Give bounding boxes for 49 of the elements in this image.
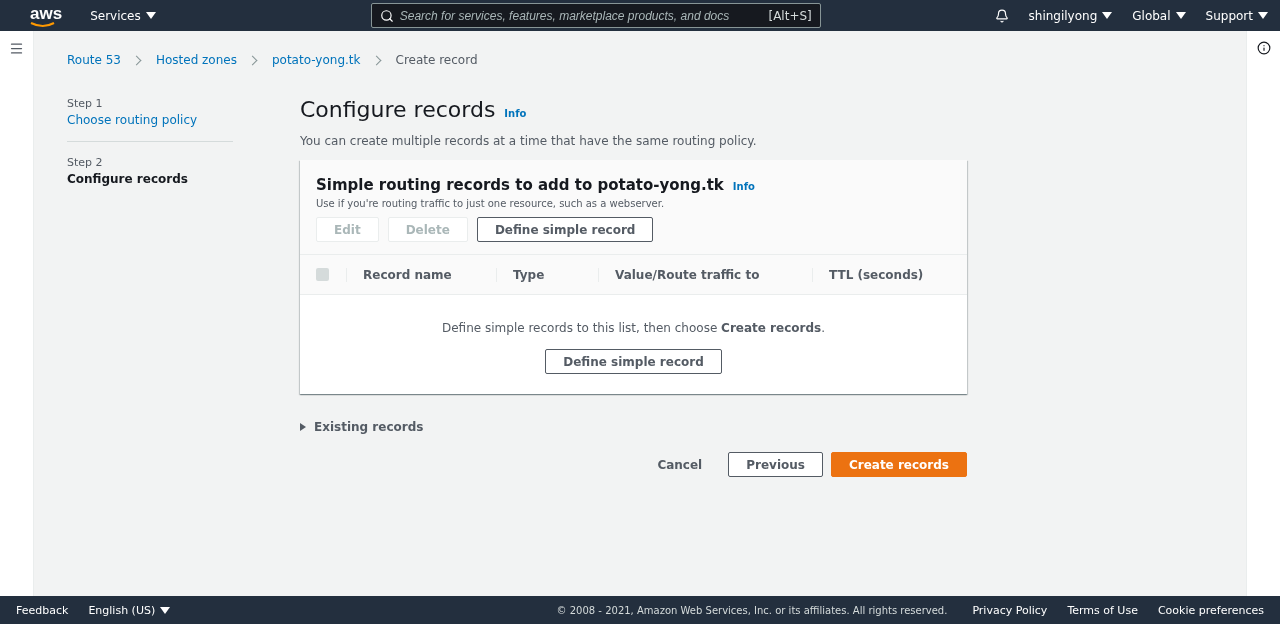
breadcrumb-link[interactable]: Route 53 bbox=[67, 53, 121, 67]
info-icon[interactable] bbox=[1256, 41, 1271, 55]
panel-description: Use if you're routing traffic to just one resource, such as a webserver. bbox=[316, 198, 666, 209]
search-field[interactable]: Search for services, features, marketplace products, and docs [Alt+S] bbox=[370, 3, 821, 28]
define-record-button[interactable]: Define simple record bbox=[545, 349, 722, 374]
feedback-link[interactable]: Feedback bbox=[16, 603, 69, 617]
support-menu[interactable]: Support bbox=[1205, 8, 1268, 23]
column-header: Record name bbox=[346, 267, 496, 282]
menu-icon[interactable] bbox=[9, 41, 24, 56]
step-number: Step 1 bbox=[67, 97, 104, 110]
empty-message: Define simple records to this list, then choose Create records. bbox=[442, 321, 825, 335]
step-number: Step 2 bbox=[67, 156, 104, 169]
breadcrumb-link[interactable]: Create record bbox=[395, 53, 478, 67]
search-icon bbox=[379, 8, 394, 23]
column-header: TTL (seconds) bbox=[812, 267, 967, 282]
breadcrumb-link[interactable]: potato-yong.tk bbox=[271, 53, 361, 67]
action-button[interactable]: Previous bbox=[728, 452, 823, 477]
caret-icon bbox=[145, 12, 156, 19]
aws-logo[interactable]: aws bbox=[30, 3, 63, 28]
breadcrumb-link[interactable]: Hosted zones bbox=[155, 53, 237, 67]
caret-icon bbox=[1258, 12, 1268, 19]
smile-icon bbox=[30, 21, 56, 28]
existing-records-toggle[interactable]: Existing records bbox=[300, 420, 424, 434]
region-menu[interactable]: Global bbox=[1132, 8, 1186, 23]
caret-icon bbox=[1175, 12, 1186, 19]
step-link[interactable]: Choose routing policy bbox=[67, 113, 233, 127]
info-link[interactable]: Info bbox=[504, 108, 527, 119]
caret-icon bbox=[1102, 12, 1113, 19]
footer-link[interactable]: Terms of Use bbox=[1067, 603, 1138, 617]
panel-button[interactable]: Define simple record bbox=[476, 217, 654, 242]
shortcut-hint: [Alt+S] bbox=[768, 8, 812, 23]
info-link[interactable]: Info bbox=[732, 181, 755, 192]
user-menu[interactable]: shingilyong bbox=[1028, 8, 1113, 23]
column-header: Type bbox=[496, 267, 598, 282]
copyright-text: © 2008 - 2021, Amazon Web Services, Inc. or its affiliates. All rights reserved. bbox=[556, 604, 948, 616]
column-header: Value/Route traffic to bbox=[598, 267, 812, 282]
footer-link[interactable]: Cookie preferences bbox=[1157, 603, 1264, 617]
page-description: You can create multiple records at a time that have the same routing policy. bbox=[300, 134, 758, 148]
caret-icon bbox=[160, 606, 171, 614]
select-all-checkbox[interactable] bbox=[316, 268, 329, 281]
cancel-link[interactable]: Cancel bbox=[639, 452, 721, 477]
caret-icon bbox=[300, 423, 306, 431]
language-menu[interactable]: English (US) bbox=[88, 603, 171, 617]
page-title: Configure records bbox=[300, 97, 496, 122]
footer-link[interactable]: Privacy Policy bbox=[972, 603, 1048, 617]
step-link[interactable]: Configure records bbox=[67, 172, 233, 186]
notifications-icon[interactable] bbox=[994, 8, 1009, 23]
panel-title: Simple routing records to add to potato-yong.tk bbox=[316, 176, 724, 194]
services-menu[interactable]: Services bbox=[90, 8, 156, 23]
